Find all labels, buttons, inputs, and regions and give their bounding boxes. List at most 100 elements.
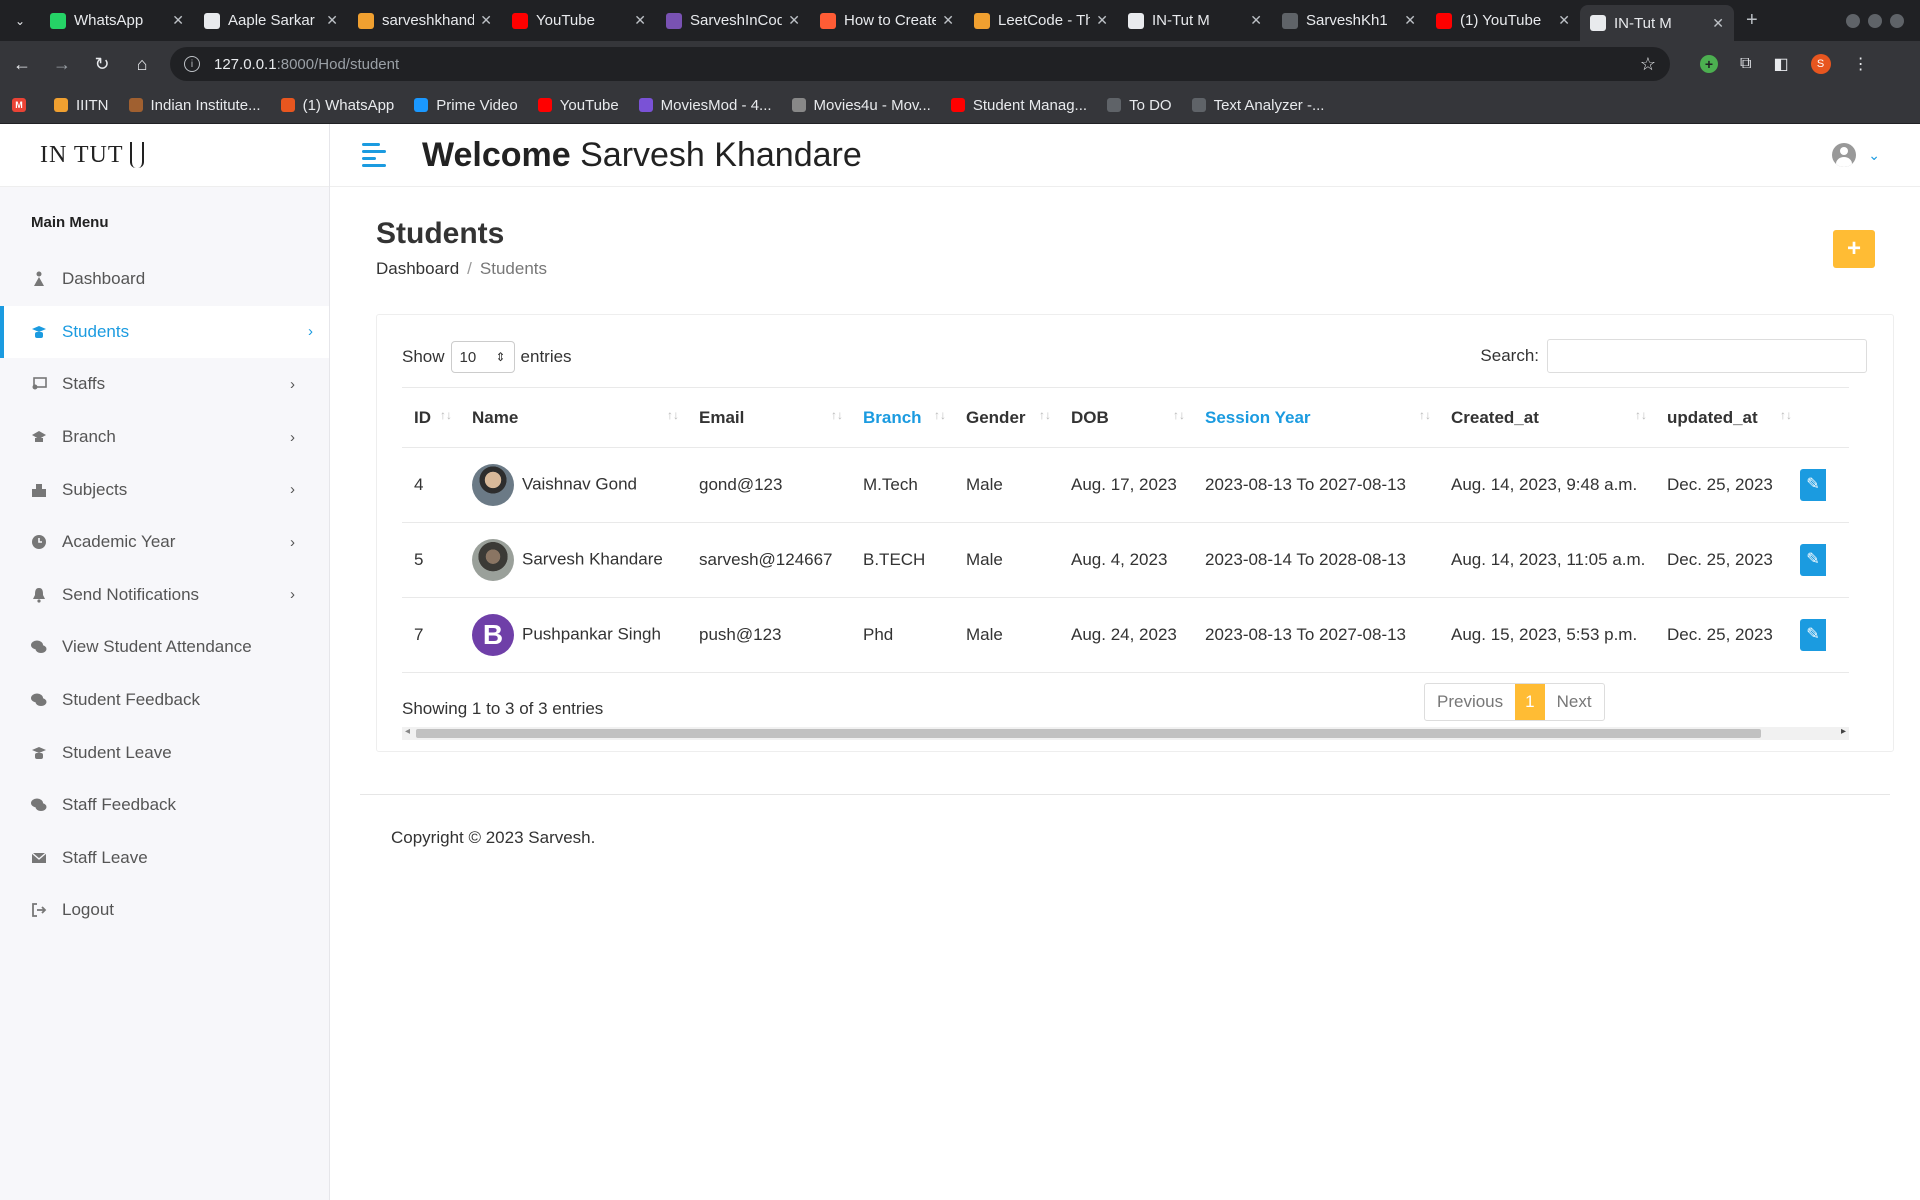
breadcrumb-dashboard-link[interactable]: Dashboard <box>376 259 459 278</box>
minimize-button[interactable] <box>1846 13 1860 28</box>
bookmark-item[interactable]: (1) WhatsApp <box>280 97 394 114</box>
bookmark-item[interactable]: Movies4u - Mov... <box>791 97 931 114</box>
sidebar-item-students[interactable]: Students › <box>0 305 329 359</box>
browser-tab[interactable]: SarveshKh1 ✕ <box>1272 0 1426 41</box>
user-avatar-icon <box>1832 143 1857 167</box>
youtube-icon <box>950 98 965 112</box>
profile-avatar[interactable]: S <box>1810 54 1831 74</box>
close-tab-icon[interactable]: ✕ <box>1404 12 1416 29</box>
close-tab-icon[interactable]: ✕ <box>326 12 338 29</box>
browser-tab[interactable]: sarveshkhandare ✕ <box>348 0 502 41</box>
edit-pencil-icon[interactable]: ✎ <box>1800 469 1826 501</box>
scroll-right-arrow-icon[interactable]: ▸ <box>1841 726 1846 737</box>
browser-tab[interactable]: Aaple Sarkar ✕ <box>194 0 348 41</box>
subjects-icon <box>30 482 48 498</box>
sidebar-item-branch[interactable]: Branch › <box>0 411 329 464</box>
close-tab-icon[interactable]: ✕ <box>788 12 800 29</box>
column-header[interactable]: Created_at ↑↓ <box>1439 387 1655 448</box>
sidebar-item-staff-leave[interactable]: Staff Leave <box>0 832 329 885</box>
sidebar-item-send-notifications[interactable]: Send Notifications › <box>0 569 329 622</box>
tab-title: (1) YouTube <box>1460 12 1542 29</box>
forward-arrow-icon[interactable]: → <box>44 46 80 82</box>
tab-search-chevron-icon[interactable]: ⌄ <box>0 0 40 41</box>
movies-icon <box>638 98 653 112</box>
maximize-button[interactable] <box>1868 13 1882 28</box>
sidebar-item-staff-feedback[interactable]: Staff Feedback <box>0 779 329 832</box>
column-header[interactable]: DOB ↑↓ <box>1059 387 1193 448</box>
scroll-left-arrow-icon[interactable]: ◂ <box>405 726 410 737</box>
sidebar-item-student-leave[interactable]: Student Leave <box>0 726 329 779</box>
cell-updated: Dec. 25, 2023 <box>1655 522 1800 598</box>
search-input[interactable] <box>1547 339 1867 373</box>
close-tab-icon[interactable]: ✕ <box>942 12 954 29</box>
logo[interactable]: IN TUT <box>0 124 329 187</box>
column-header[interactable]: Name ↑↓ <box>460 387 687 448</box>
bookmark-star-icon[interactable]: ☆ <box>1640 54 1656 75</box>
bookmark-item[interactable]: Indian Institute... <box>128 97 261 114</box>
sidebar-item-label: Student Leave <box>62 742 172 762</box>
next-page-button[interactable]: Next <box>1545 684 1604 720</box>
sidebar-item-dashboard[interactable]: Dashboard <box>0 253 329 306</box>
entries-label: entries <box>520 347 572 366</box>
column-header[interactable]: Email ↑↓ <box>687 387 851 448</box>
browser-tab[interactable]: How to Create ✕ <box>810 0 964 41</box>
back-arrow-icon[interactable]: ← <box>4 46 40 82</box>
browser-tab[interactable]: IN-Tut M ✕ <box>1580 5 1734 41</box>
browser-tab[interactable]: YouTube ✕ <box>502 0 656 41</box>
chevron-right-icon: › <box>290 428 295 446</box>
column-header[interactable]: updated_at ↑↓ <box>1655 387 1800 448</box>
scrollbar-thumb[interactable] <box>416 729 1761 738</box>
edit-pencil-icon[interactable]: ✎ <box>1800 544 1826 576</box>
sidebar-item-view-student-attendance[interactable]: View Student Attendance <box>0 621 329 674</box>
previous-page-button[interactable]: Previous <box>1425 684 1515 720</box>
browser-tab[interactable]: IN-Tut M ✕ <box>1118 0 1272 41</box>
user-menu[interactable]: ⌄ <box>1832 143 1880 167</box>
sidebar-item-logout[interactable]: Logout <box>0 884 329 937</box>
reload-icon[interactable]: ↻ <box>84 46 120 82</box>
edit-pencil-icon[interactable]: ✎ <box>1800 619 1826 651</box>
bookmark-item[interactable]: YouTube <box>537 97 619 114</box>
entries-select[interactable]: 10 <box>450 341 515 373</box>
column-header[interactable]: Branch ↑↓ <box>851 387 954 448</box>
bookmark-item[interactable]: MoviesMod - 4... <box>638 97 772 114</box>
bookmark-item[interactable]: IIITN <box>54 97 109 114</box>
close-tab-icon[interactable]: ✕ <box>172 12 184 29</box>
bookmark-item[interactable]: Student Manag... <box>950 97 1087 114</box>
site-info-icon[interactable]: i <box>184 56 200 72</box>
close-tab-icon[interactable]: ✕ <box>1096 12 1108 29</box>
close-tab-icon[interactable]: ✕ <box>1250 12 1262 29</box>
bookmark-item[interactable]: Prime Video <box>414 97 518 114</box>
extensions-puzzle-icon[interactable]: ⧉ <box>1740 55 1751 73</box>
close-window-button[interactable] <box>1890 13 1904 28</box>
add-student-button[interactable]: + <box>1833 230 1875 268</box>
sidebar-item-student-feedback[interactable]: Student Feedback <box>0 674 329 727</box>
column-header[interactable]: ID ↑↓ <box>402 387 460 448</box>
browser-tab[interactable]: LeetCode - The ✕ <box>964 0 1118 41</box>
bookmark-item[interactable]: Text Analyzer -... <box>1191 97 1324 114</box>
sidebar-item-staffs[interactable]: Staffs › <box>0 358 329 411</box>
sidebar-item-subjects[interactable]: Subjects › <box>0 463 329 516</box>
column-header[interactable]: Session Year ↑↓ <box>1193 387 1439 448</box>
page-1-button[interactable]: 1 <box>1515 684 1545 720</box>
close-tab-icon[interactable]: ✕ <box>1558 12 1570 29</box>
address-bar[interactable]: i 127.0.0.1:8000/Hod/student ☆ <box>170 47 1670 81</box>
institute-icon <box>128 98 143 112</box>
column-header[interactable]: Gender ↑↓ <box>954 387 1059 448</box>
close-tab-icon[interactable]: ✕ <box>634 12 646 29</box>
home-icon[interactable]: ⌂ <box>124 46 160 82</box>
browser-tab[interactable]: (1) YouTube ✕ <box>1426 0 1580 41</box>
browser-tab[interactable]: WhatsApp ✕ <box>40 0 194 41</box>
menu-toggle-icon[interactable] <box>362 143 386 167</box>
cell-id: 7 <box>402 597 460 673</box>
browser-menu-icon[interactable]: ⋮ <box>1853 54 1869 74</box>
side-panel-icon[interactable]: ◧ <box>1773 54 1788 74</box>
extension-add-icon[interactable]: + <box>1700 55 1718 73</box>
gmail-bookmark[interactable]: M <box>12 98 34 112</box>
new-tab-button[interactable]: + <box>1734 9 1770 32</box>
browser-tab[interactable]: SarveshInCode ✕ <box>656 0 810 41</box>
close-tab-icon[interactable]: ✕ <box>480 12 492 29</box>
sidebar-item-academic-year[interactable]: Academic Year › <box>0 516 329 569</box>
horizontal-scrollbar[interactable]: ◂ ▸ <box>402 726 1849 740</box>
close-tab-icon[interactable]: ✕ <box>1712 15 1724 32</box>
bookmark-item[interactable]: To DO <box>1107 97 1172 114</box>
